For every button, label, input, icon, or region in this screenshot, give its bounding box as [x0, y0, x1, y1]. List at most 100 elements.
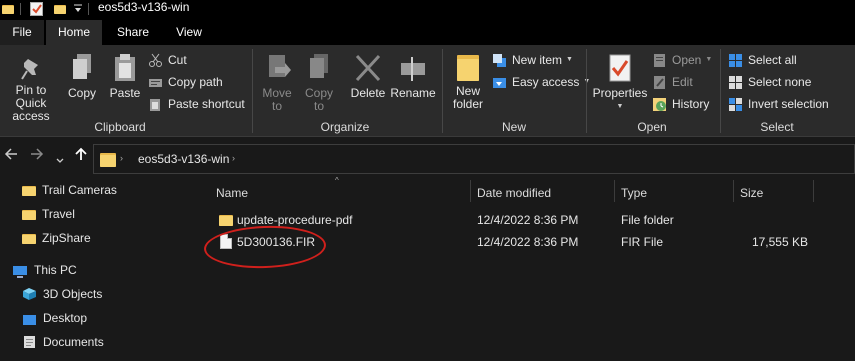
paste-shortcut-label: Paste shortcut [168, 97, 245, 111]
nav-item-label: Travel [42, 207, 75, 221]
pin-label-1: Pin to Quick [15, 83, 47, 110]
cube-icon [22, 287, 37, 301]
properties-button[interactable]: Properties ▼ [590, 53, 650, 113]
breadcrumb[interactable]: eos5d3-v136-win [138, 152, 229, 166]
nav-item-label: ZipShare [42, 231, 91, 245]
paste-icon [115, 54, 135, 81]
organize-group-label: Organize [320, 120, 370, 134]
title-bar: eos5d3-v136-win [0, 0, 855, 20]
copy-path-icon [148, 75, 163, 90]
column-header-type[interactable]: Type [621, 183, 731, 203]
new-item-label: New item [512, 53, 563, 67]
folder-icon [22, 184, 36, 196]
copy-label: Copy [67, 86, 96, 100]
copy-icon [73, 54, 91, 79]
tab-file[interactable]: File [0, 20, 44, 45]
column-header-name[interactable]: Name [216, 183, 466, 203]
select-all-button[interactable]: Select all [728, 51, 797, 69]
rename-label: Rename [390, 86, 436, 100]
chevron-down-icon: ▼ [705, 56, 713, 63]
chevron-right-icon: › [120, 153, 123, 163]
history-button[interactable]: History [652, 95, 709, 113]
folder-icon [100, 151, 116, 167]
cut-button[interactable]: Cut [148, 51, 187, 69]
divider [88, 3, 89, 15]
divider [20, 3, 21, 15]
delete-button[interactable]: Delete [348, 53, 388, 100]
customize-quick-access-icon[interactable] [73, 2, 83, 14]
invert-selection-label: Invert selection [748, 97, 829, 111]
ribbon-tabs: File Home Share View [0, 20, 855, 45]
select-all-label: Select all [748, 53, 797, 67]
group-divider [442, 49, 443, 133]
nav-item-travel[interactable]: Travel [22, 204, 75, 224]
history-label: History [672, 97, 710, 111]
new-folder-quick-icon[interactable] [54, 3, 66, 14]
table-row[interactable]: 5D300136.FIR 12/4/2022 8:36 PM FIR File … [195, 232, 855, 252]
copy-to-button[interactable]: Copy to [300, 53, 338, 113]
pin-label-2: access [12, 109, 50, 123]
open-button[interactable]: Open ▼ [652, 51, 712, 69]
cut-label: Cut [168, 53, 187, 67]
invert-selection-button[interactable]: Invert selection [728, 95, 829, 113]
clipboard-group-label: Clipboard [94, 120, 146, 134]
chevron-right-icon[interactable]: › [232, 153, 235, 163]
file-type: FIR File [621, 235, 663, 249]
new-folder-label-2: folder [452, 97, 484, 111]
column-divider[interactable] [813, 180, 814, 202]
nav-item-this-pc[interactable]: This PC [12, 260, 77, 280]
paste-shortcut-button[interactable]: Paste shortcut [148, 95, 245, 113]
table-row[interactable]: update-procedure-pdf 12/4/2022 8:36 PM F… [195, 210, 855, 230]
rename-button[interactable]: Rename [390, 53, 436, 100]
column-header-date-modified[interactable]: Date modified [477, 183, 617, 203]
tab-share[interactable]: Share [104, 20, 162, 45]
move-to-icon [269, 55, 291, 77]
move-to-button[interactable]: Move to [258, 53, 296, 113]
edit-button[interactable]: Edit [652, 73, 693, 91]
chevron-down-icon: ▼ [616, 103, 624, 110]
documents-icon [22, 335, 37, 349]
pin-icon [21, 59, 38, 80]
column-header-size[interactable]: Size [740, 183, 820, 203]
nav-item-3d-objects[interactable]: 3D Objects [22, 284, 102, 304]
easy-access-icon [492, 75, 507, 90]
nav-item-desktop[interactable]: Desktop [22, 308, 87, 328]
pin-to-quick-access-button[interactable]: Pin to Quick access [0, 57, 62, 123]
nav-item-trail-cameras[interactable]: Trail Cameras [22, 180, 117, 200]
nav-item-documents[interactable]: Documents [22, 332, 104, 352]
address-bar[interactable]: › eos5d3-v136-win › [93, 144, 855, 174]
tab-view[interactable]: View [162, 20, 216, 45]
folder-icon [219, 213, 233, 226]
invert-selection-icon [728, 97, 743, 112]
new-item-button[interactable]: New item ▼ [492, 51, 573, 69]
forward-arrow-icon[interactable] [30, 147, 44, 165]
tab-home[interactable]: Home [46, 20, 102, 45]
copy-path-button[interactable]: Copy path [148, 73, 223, 91]
properties-quick-icon[interactable] [30, 2, 43, 16]
rename-icon [401, 57, 425, 81]
edit-label: Edit [672, 75, 693, 89]
file-date: 12/4/2022 8:36 PM [477, 235, 579, 249]
column-divider[interactable] [470, 180, 471, 202]
nav-item-label: This PC [34, 263, 77, 277]
nav-item-zipshare[interactable]: ZipShare [22, 228, 91, 248]
paste-shortcut-icon [148, 97, 163, 112]
copy-button[interactable]: Copy [64, 53, 100, 100]
up-arrow-icon[interactable] [74, 147, 88, 165]
column-divider[interactable] [614, 180, 615, 202]
select-none-icon [728, 75, 743, 90]
back-arrow-icon[interactable] [4, 147, 18, 165]
select-none-button[interactable]: Select none [728, 73, 811, 91]
file-type: File folder [621, 213, 674, 227]
open-icon [652, 53, 667, 68]
copy-to-icon [310, 54, 328, 78]
column-divider[interactable] [733, 180, 734, 202]
folder-icon [22, 208, 36, 220]
navigation-pane: Trail Cameras Travel ZipShare This PC 3D… [0, 177, 195, 361]
new-folder-button[interactable]: New folder [446, 53, 490, 111]
easy-access-button[interactable]: Easy access ▼ [492, 73, 590, 91]
group-divider [252, 49, 253, 133]
recent-locations-chevron-icon[interactable] [56, 151, 64, 168]
group-divider [720, 49, 721, 133]
paste-button[interactable]: Paste [105, 53, 145, 100]
